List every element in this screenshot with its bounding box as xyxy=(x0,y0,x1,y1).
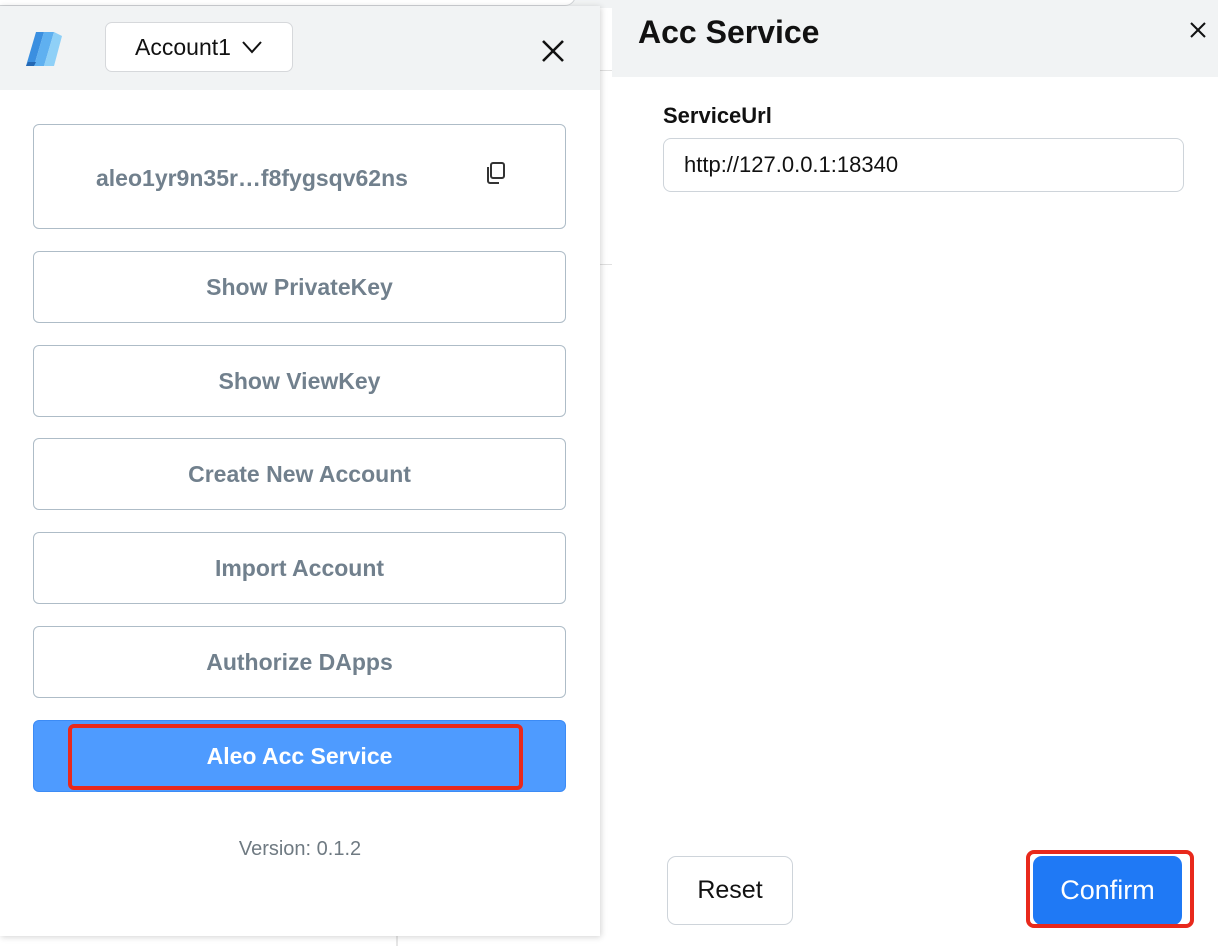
close-icon[interactable] xyxy=(538,36,568,66)
panel-title: Acc Service xyxy=(638,14,820,50)
authorize-dapps-button[interactable]: Authorize DApps xyxy=(33,626,566,698)
chevron-down-icon xyxy=(242,41,262,54)
show-viewkey-button[interactable]: Show ViewKey xyxy=(33,345,566,417)
version-text: Version: 0.1.2 xyxy=(238,838,362,860)
copy-icon[interactable] xyxy=(484,161,506,185)
address-card: aleo1yr9n35r…f8fygsqv62ns xyxy=(33,124,566,229)
panel-header: Acc Service xyxy=(612,0,1218,77)
page-edge-line xyxy=(396,936,398,946)
aleo-acc-service-button[interactable]: Aleo Acc Service xyxy=(33,720,566,792)
service-url-input[interactable] xyxy=(663,138,1184,192)
show-privatekey-button[interactable]: Show PrivateKey xyxy=(33,251,566,323)
account-address: aleo1yr9n35r…f8fygsqv62ns xyxy=(96,165,408,191)
import-account-button[interactable]: Import Account xyxy=(33,532,566,604)
wallet-popup: Account1 aleo1yr9n35r…f8fygsqv62ns Show … xyxy=(0,6,600,936)
close-icon[interactable] xyxy=(1188,20,1208,40)
background-divider xyxy=(600,70,612,71)
create-new-account-button[interactable]: Create New Account xyxy=(33,438,566,510)
soter-logo-icon xyxy=(26,32,62,66)
popup-header: Account1 xyxy=(0,6,600,90)
background-page-edge xyxy=(0,936,400,946)
background-divider xyxy=(600,264,612,265)
account-name: Account1 xyxy=(135,33,231,60)
account-selector[interactable]: Account1 xyxy=(105,22,293,72)
service-url-label: ServiceUrl xyxy=(663,103,772,128)
confirm-button[interactable]: Confirm xyxy=(1033,856,1182,925)
reset-button[interactable]: Reset xyxy=(667,856,793,925)
